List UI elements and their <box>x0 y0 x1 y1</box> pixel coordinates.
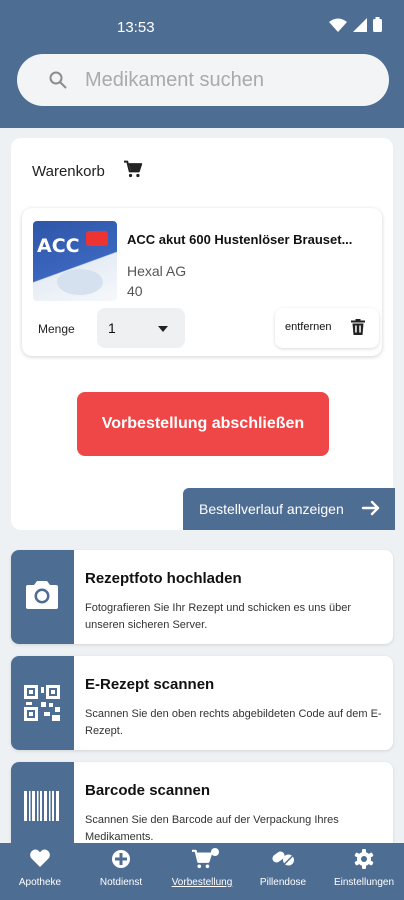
nav-item-notdienst[interactable]: Notdienst <box>81 843 161 900</box>
quantity-value: 1 <box>108 320 116 336</box>
feature-description: Fotografieren Sie Ihr Rezept und schicke… <box>85 602 351 631</box>
nav-label: Pillendose <box>259 877 307 888</box>
remove-button[interactable]: entfernen <box>275 308 379 348</box>
cart-card: Warenkorb ACC ACC akut 600 Hustenlöser B… <box>11 138 395 530</box>
trash-icon <box>351 319 365 335</box>
feature-title: Rezeptfoto hochladen <box>85 570 242 587</box>
battery-icon <box>373 17 382 32</box>
notification-dot <box>211 848 219 856</box>
product-manufacturer: Hexal AG <box>127 263 187 279</box>
search-input[interactable]: Medikament suchen <box>17 54 389 106</box>
scan-barcode-card[interactable]: Barcode scannen Scannen Sie den Barcode … <box>11 762 393 856</box>
heart-icon <box>30 849 50 867</box>
nav-label: Notdienst <box>99 877 143 888</box>
nav-item-pillendose[interactable]: Pillendose <box>243 843 323 900</box>
nav-label: Einstellungen <box>333 877 395 888</box>
wifi-icon <box>329 18 347 32</box>
status-time: 13:53 <box>117 19 155 36</box>
search-icon <box>49 71 67 89</box>
cart-icon <box>192 849 213 869</box>
remove-label: entfernen <box>285 321 332 333</box>
status-bar: 13:53 <box>0 0 404 56</box>
nav-item-einstellungen[interactable]: Einstellungen <box>324 843 404 900</box>
product-package-size: 40 <box>127 283 143 299</box>
feature-title: E-Rezept scannen <box>85 676 215 693</box>
product-image-logo: ACC <box>37 235 80 257</box>
product-image: ACC <box>33 221 117 301</box>
dropdown-arrow-icon <box>158 326 168 332</box>
cart-item: ACC ACC akut 600 Hustenlöser Brauset... … <box>22 208 382 356</box>
gear-icon <box>354 849 374 869</box>
upload-prescription-photo-card[interactable]: Rezeptfoto hochladen Fotografieren Sie I… <box>11 550 393 644</box>
scan-e-prescription-card[interactable]: E-Rezept scannen Scannen Sie den oben re… <box>11 656 393 750</box>
nav-label: Vorbestellung <box>171 877 233 888</box>
status-icons <box>329 17 382 32</box>
quantity-dropdown[interactable]: 1 <box>97 308 185 348</box>
bottom-navigation: Apotheke Notdienst Vorbestellung Pillend… <box>0 843 404 900</box>
cart-icon <box>124 160 143 178</box>
pills-icon <box>272 851 294 866</box>
signal-icon <box>353 17 367 32</box>
quantity-label: Menge <box>38 322 75 336</box>
camera-icon <box>26 581 58 609</box>
cart-title: Warenkorb <box>32 163 105 180</box>
order-history-label: Bestellverlauf anzeigen <box>199 501 344 517</box>
emergency-icon <box>112 850 130 868</box>
feature-description: Scannen Sie den oben rechts abgebildeten… <box>85 708 382 737</box>
qr-code-icon <box>24 685 60 721</box>
app-header: 13:53 Medikament suchen <box>0 0 404 128</box>
search-placeholder: Medikament suchen <box>85 69 264 91</box>
nav-label: Apotheke <box>18 877 62 888</box>
product-name[interactable]: ACC akut 600 Hustenlöser Brauset... <box>127 232 352 247</box>
feature-description: Scannen Sie den Barcode auf der Verpacku… <box>85 814 339 843</box>
barcode-icon <box>24 791 59 821</box>
nav-item-vorbestellung[interactable]: Vorbestellung <box>162 843 242 900</box>
order-history-button[interactable]: Bestellverlauf anzeigen <box>183 488 395 530</box>
feature-title: Barcode scannen <box>85 782 211 799</box>
arrow-right-icon <box>361 500 380 516</box>
complete-preorder-button[interactable]: Vorbestellung abschließen <box>77 392 329 456</box>
nav-item-apotheke[interactable]: Apotheke <box>0 843 80 900</box>
complete-preorder-label: Vorbestellung abschließen <box>101 415 305 432</box>
